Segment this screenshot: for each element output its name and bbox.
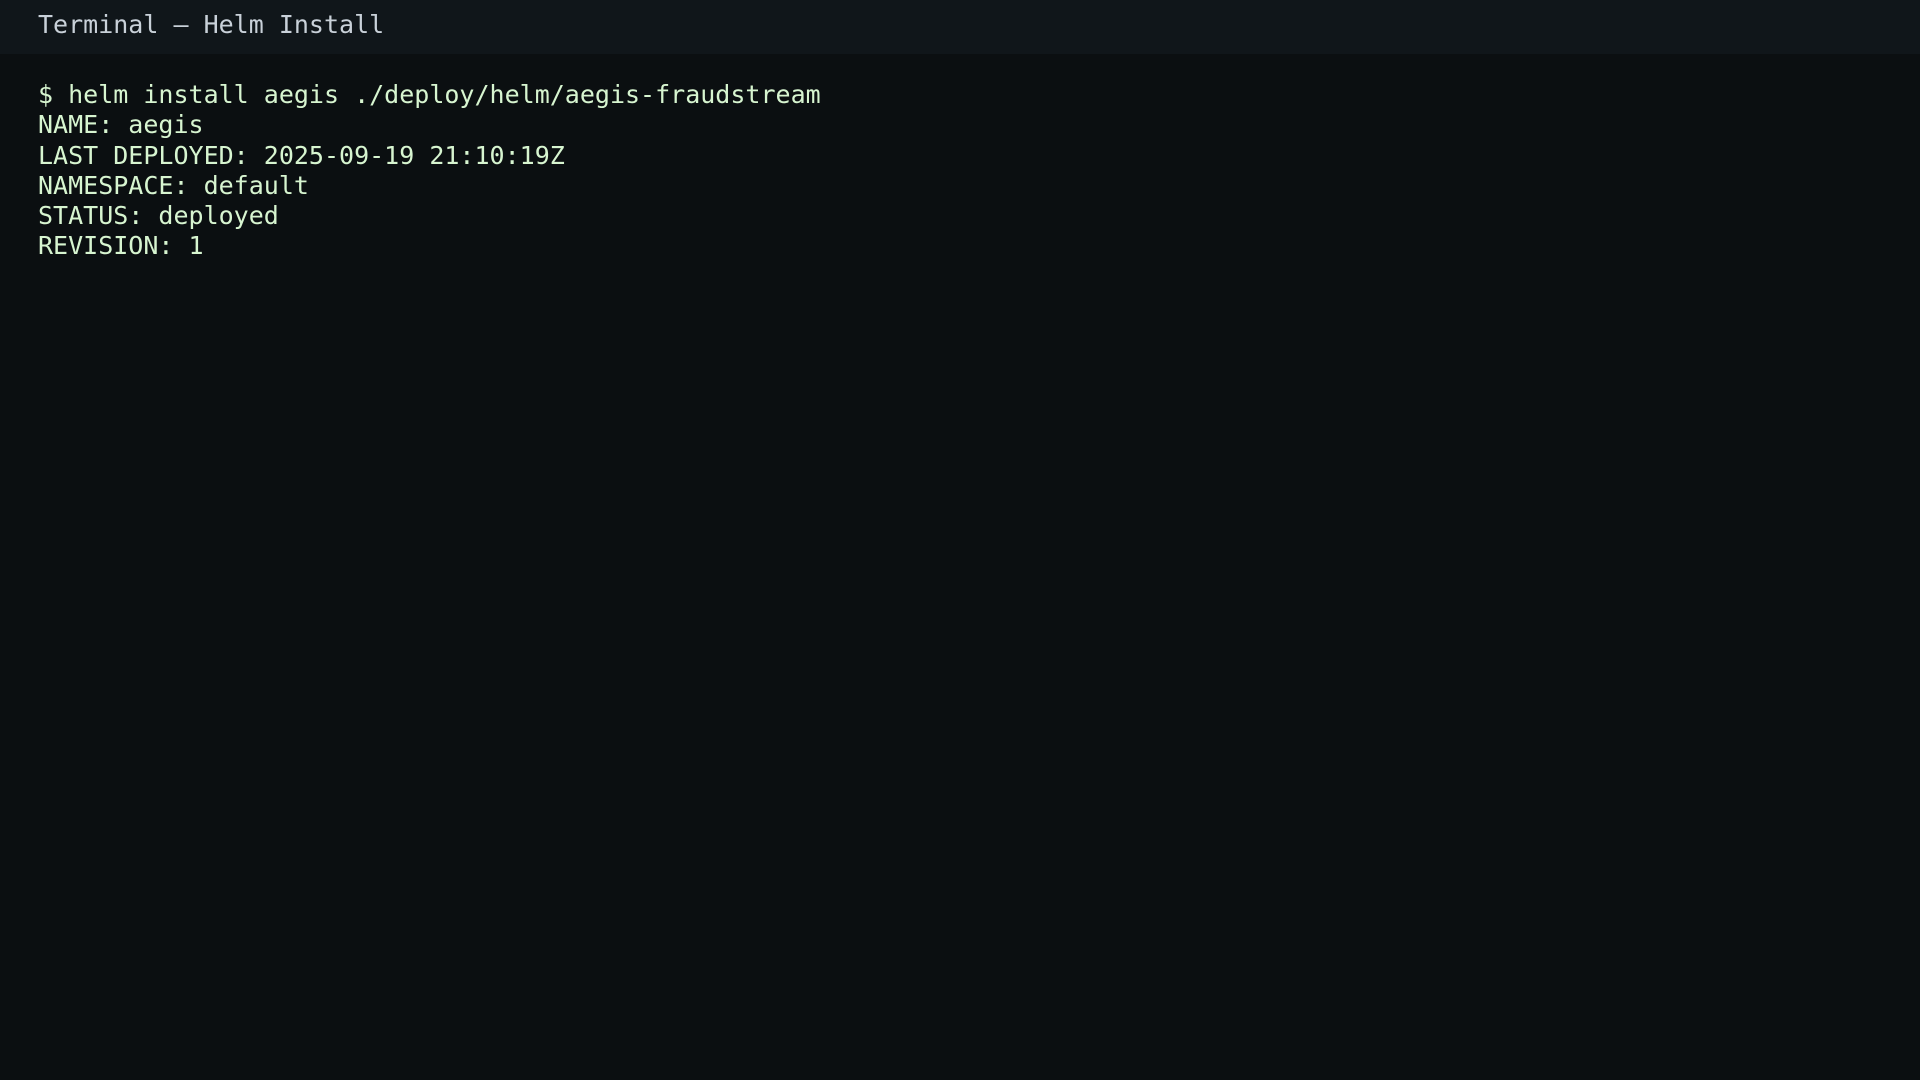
output-name-line: NAME: aegis <box>38 110 204 140</box>
output-namespace-line: NAMESPACE: default <box>38 170 309 200</box>
window-titlebar: Terminal — Helm Install <box>0 0 1920 54</box>
output-status-line: STATUS: deployed <box>38 201 279 231</box>
output-revision-line: REVISION: 1 <box>38 231 204 261</box>
terminal-output-area[interactable]: $ helm install aegis ./deploy/helm/aegis… <box>0 54 1920 1080</box>
output-last-deployed-line: LAST DEPLOYED: 2025-09-19 21:10:19Z <box>38 140 565 170</box>
window-title: Terminal — Helm Install <box>38 10 385 39</box>
command-line: $ helm install aegis ./deploy/helm/aegis… <box>38 80 821 109</box>
